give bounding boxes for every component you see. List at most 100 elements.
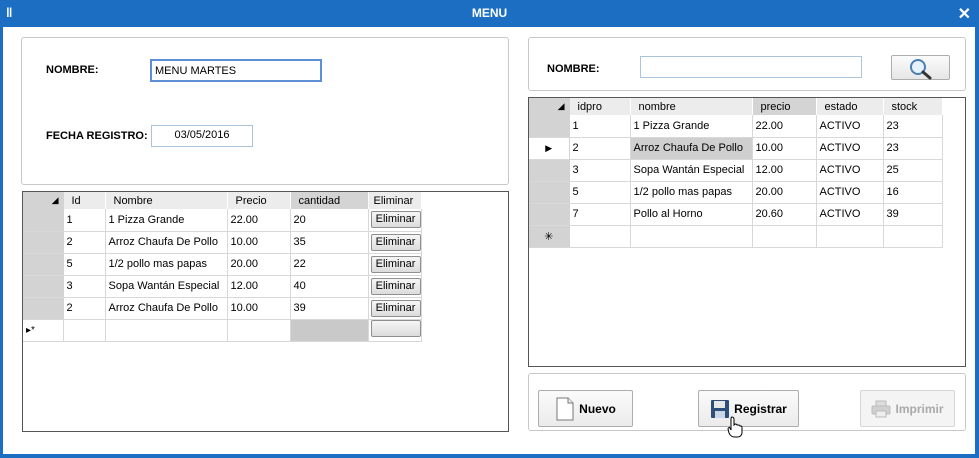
cell-cantidad[interactable]: 35 <box>290 231 369 254</box>
cell-stock[interactable]: 23 <box>883 137 943 160</box>
row-header[interactable] <box>529 115 570 138</box>
cell-precio-new[interactable] <box>752 225 817 248</box>
cell-estado[interactable]: ACTIVO <box>816 203 884 226</box>
cell-idpro-new[interactable] <box>569 225 631 248</box>
cell-precio[interactable]: 10.00 <box>227 231 291 254</box>
cell-estado[interactable]: ACTIVO <box>816 181 884 204</box>
cell-stock-new[interactable] <box>883 225 943 248</box>
menu-name-input[interactable] <box>150 59 322 82</box>
current-row-marker[interactable]: ▶ <box>529 137 570 160</box>
eliminar-button[interactable]: Eliminar <box>370 299 421 317</box>
table-row[interactable]: 1 1 Pizza Grande 22.00 20 Eliminar <box>23 209 422 232</box>
new-row-marker[interactable]: ✳ <box>529 225 570 248</box>
cell-estado-new[interactable] <box>816 225 884 248</box>
table-row-current[interactable]: ▶ 2 Arroz Chaufa De Pollo 10.00 ACTIVO 2… <box>529 137 943 160</box>
select-all-corner[interactable]: ◢ <box>23 192 64 209</box>
col-header-precio[interactable]: precio <box>752 98 817 115</box>
cell-stock[interactable]: 23 <box>883 115 943 138</box>
cell-nombre[interactable]: Arroz Chaufa De Pollo <box>105 297 228 320</box>
cell-cantidad[interactable]: 39 <box>290 297 369 320</box>
select-all-corner[interactable]: ◢ <box>529 98 570 115</box>
cell-id-new[interactable] <box>63 319 106 342</box>
row-header[interactable] <box>23 253 64 276</box>
cell-stock[interactable]: 39 <box>883 203 943 226</box>
products-grid[interactable]: ◢ idpro nombre precio estado stock 1 1 P… <box>528 97 966 367</box>
cell-nombre[interactable]: Sopa Wantán Especial <box>105 275 228 298</box>
cell-id[interactable]: 2 <box>63 297 106 320</box>
eliminar-button[interactable]: Eliminar <box>370 255 421 273</box>
row-header[interactable] <box>23 297 64 320</box>
nuevo-button[interactable]: Nuevo <box>538 390 633 427</box>
cell-idpro[interactable]: 3 <box>569 159 631 182</box>
cell-cantidad-new[interactable] <box>290 319 369 342</box>
eliminar-button[interactable]: Eliminar <box>370 233 421 251</box>
new-row-marker[interactable]: ▸* <box>23 319 64 342</box>
eliminar-button-empty[interactable] <box>370 320 421 337</box>
cell-precio[interactable]: 12.00 <box>752 159 817 182</box>
cell-cantidad[interactable]: 22 <box>290 253 369 276</box>
row-header[interactable] <box>23 231 64 254</box>
cell-id[interactable]: 1 <box>63 209 106 232</box>
table-row[interactable]: 3 Sopa Wantán Especial 12.00 ACTIVO 25 <box>529 159 943 182</box>
cell-id[interactable]: 3 <box>63 275 106 298</box>
row-header[interactable] <box>23 275 64 298</box>
cell-nombre-selected[interactable]: Arroz Chaufa De Pollo <box>630 137 753 160</box>
imprimir-button[interactable]: Imprimir <box>860 390 955 427</box>
cell-id[interactable]: 5 <box>63 253 106 276</box>
cell-idpro[interactable]: 1 <box>569 115 631 138</box>
row-header[interactable] <box>23 209 64 232</box>
row-header[interactable] <box>529 181 570 204</box>
col-header-nombre[interactable]: nombre <box>630 98 753 115</box>
cell-precio[interactable]: 10.00 <box>227 297 291 320</box>
col-header-cantidad[interactable]: cantidad <box>290 192 369 209</box>
cell-precio[interactable]: 22.00 <box>227 209 291 232</box>
table-row[interactable]: 2 Arroz Chaufa De Pollo 10.00 35 Elimina… <box>23 231 422 254</box>
cell-idpro[interactable]: 5 <box>569 181 631 204</box>
registrar-button[interactable]: Registrar <box>698 390 799 427</box>
cell-nombre[interactable]: Pollo al Horno <box>630 203 753 226</box>
eliminar-button[interactable]: Eliminar <box>370 277 421 295</box>
cell-nombre[interactable]: 1/2 pollo mas papas <box>105 253 228 276</box>
col-header-stock[interactable]: stock <box>883 98 943 115</box>
cell-id[interactable]: 2 <box>63 231 106 254</box>
cell-estado[interactable]: ACTIVO <box>816 115 884 138</box>
table-row[interactable]: 1 1 Pizza Grande 22.00 ACTIVO 23 <box>529 115 943 138</box>
cell-precio[interactable]: 20.60 <box>752 203 817 226</box>
col-header-id[interactable]: Id <box>63 192 106 209</box>
table-row[interactable]: 3 Sopa Wantán Especial 12.00 40 Eliminar <box>23 275 422 298</box>
table-row[interactable]: 7 Pollo al Horno 20.60 ACTIVO 39 <box>529 203 943 226</box>
cell-nombre[interactable]: 1/2 pollo mas papas <box>630 181 753 204</box>
col-header-nombre[interactable]: Nombre <box>105 192 228 209</box>
cell-idpro[interactable]: 2 <box>569 137 631 160</box>
fecha-registro-field[interactable]: 03/05/2016 <box>151 125 253 147</box>
cell-precio-new[interactable] <box>227 319 291 342</box>
table-row[interactable]: 2 Arroz Chaufa De Pollo 10.00 39 Elimina… <box>23 297 422 320</box>
row-header[interactable] <box>529 203 570 226</box>
product-search-input[interactable] <box>640 56 862 78</box>
table-row[interactable]: 5 1/2 pollo mas papas 20.00 ACTIVO 16 <box>529 181 943 204</box>
eliminar-button[interactable]: Eliminar <box>370 211 421 229</box>
cell-precio[interactable]: 12.00 <box>227 275 291 298</box>
cell-cantidad[interactable]: 40 <box>290 275 369 298</box>
cell-estado[interactable]: ACTIVO <box>816 159 884 182</box>
cell-precio[interactable]: 20.00 <box>752 181 817 204</box>
cell-nombre-new[interactable] <box>630 225 753 248</box>
cell-cantidad[interactable]: 20 <box>290 209 369 232</box>
cell-nombre[interactable]: 1 Pizza Grande <box>630 115 753 138</box>
cell-precio[interactable]: 22.00 <box>752 115 817 138</box>
close-icon[interactable]: ✕ <box>958 4 971 24</box>
menu-items-grid[interactable]: ◢ Id Nombre Precio cantidad Eliminar 1 1… <box>22 191 509 432</box>
cell-stock[interactable]: 25 <box>883 159 943 182</box>
cell-nombre[interactable]: Sopa Wantán Especial <box>630 159 753 182</box>
col-header-estado[interactable]: estado <box>816 98 884 115</box>
col-header-eliminar[interactable]: Eliminar <box>368 192 422 209</box>
table-row[interactable]: 5 1/2 pollo mas papas 20.00 22 Eliminar <box>23 253 422 276</box>
row-header[interactable] <box>529 159 570 182</box>
cell-stock[interactable]: 16 <box>883 181 943 204</box>
title-bar[interactable]: ‖ MENU ✕ <box>0 0 979 27</box>
col-header-precio[interactable]: Precio <box>227 192 291 209</box>
new-row[interactable]: ✳ <box>529 225 943 248</box>
search-button[interactable] <box>891 55 950 80</box>
cell-precio[interactable]: 20.00 <box>227 253 291 276</box>
cell-nombre-new[interactable] <box>105 319 228 342</box>
